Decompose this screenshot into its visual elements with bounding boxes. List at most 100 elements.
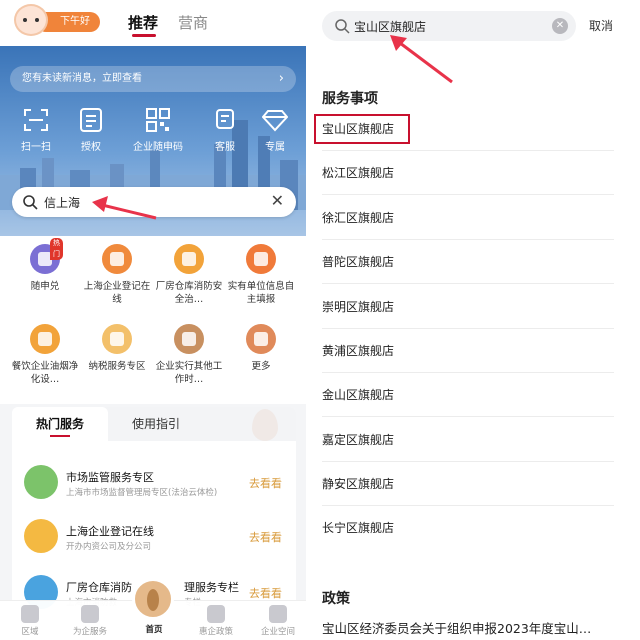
go-see-link[interactable]: 去看看 — [249, 475, 282, 491]
nav-label: 惠企政策 — [198, 627, 233, 637]
unread-message-bar[interactable]: 您有未读新消息，立即查看 › — [10, 66, 296, 92]
result-item[interactable]: 静安区旗舰店 — [322, 462, 614, 506]
results-search-bar[interactable]: 宝山区旗舰店 ✕ — [322, 11, 576, 41]
service-item[interactable]: 热门 随申兑 — [10, 238, 80, 293]
user-icon — [269, 605, 287, 623]
home-mascot-icon[interactable] — [132, 578, 174, 620]
authorize-icon — [80, 108, 102, 132]
nav-label: 企业空间 — [260, 627, 295, 637]
hot-service-subtitle: 上海市市场监督管理局专区(法治云体检) — [66, 488, 218, 498]
service-item[interactable]: 厂房仓库消防安全治… — [154, 244, 224, 306]
section-title-services: 服务事项 — [322, 91, 378, 107]
scales-icon — [24, 465, 58, 499]
hot-badge: 热门 — [50, 238, 63, 260]
nav-home[interactable]: 首页 — [126, 623, 182, 635]
screenshot-root: 下午好 推荐 营商 您有未读新消息，立即查看 › 扫一扫 授权 企业随申码 客服… — [0, 0, 640, 640]
result-item[interactable]: 黄浦区旗舰店 — [322, 329, 614, 373]
result-item[interactable]: 长宁区旗舰店 — [322, 506, 614, 550]
customer-service-icon — [216, 109, 234, 129]
result-item[interactable]: 崇明区旗舰店 — [322, 285, 614, 329]
service-label: 纳税服务专区 — [88, 361, 146, 372]
quick-scan[interactable]: 扫一扫 — [11, 108, 61, 153]
hot-service-title: 市场监管服务专区 — [66, 471, 154, 484]
nav-region[interactable]: 区域 — [2, 605, 58, 637]
tab-business[interactable]: 营商 — [178, 12, 208, 33]
home-screen: 下午好 推荐 营商 您有未读新消息，立即查看 › 扫一扫 授权 企业随申码 客服… — [0, 0, 308, 640]
service-label: 企业实行其他工作时… — [155, 361, 223, 385]
go-see-link[interactable]: 去看看 — [249, 529, 282, 545]
tab-usage-guide[interactable]: 使用指引 — [132, 407, 180, 441]
nav-enterprise-service[interactable]: 为企服务 — [62, 605, 118, 637]
nav-label: 区域 — [21, 627, 39, 637]
close-icon[interactable]: ✕ — [271, 191, 284, 210]
diamond-icon — [262, 110, 288, 132]
active-tab-indicator — [132, 34, 156, 37]
nav-label: 首页 — [145, 625, 163, 635]
hot-service-row[interactable]: 市场监管服务专区 上海市市场监督管理局专区(法治云体检) 去看看 — [12, 457, 296, 507]
service-label: 随申兑 — [30, 281, 60, 292]
policy-item[interactable]: 宝山区经济委员会关于组织申报2023年度宝山… — [322, 618, 622, 637]
highlight-box — [314, 114, 410, 144]
flame-icon — [252, 409, 278, 441]
results-search-input[interactable]: 宝山区旗舰店 — [354, 18, 426, 35]
mascot-greeting[interactable]: 下午好 — [8, 4, 100, 36]
service-icon — [174, 324, 204, 354]
search-icon — [335, 19, 350, 34]
service-item[interactable]: 纳税服务专区 — [82, 324, 152, 373]
result-item[interactable]: 徐汇区旗舰店 — [322, 196, 614, 240]
quick-authorize[interactable]: 授权 — [66, 108, 116, 153]
result-item[interactable]: 嘉定区旗舰店 — [322, 418, 614, 462]
top-header: 下午好 推荐 营商 — [0, 0, 308, 46]
search-results-screen: 宝山区旗舰店 ✕ 取消 服务事项 宝山区旗舰店 松江区旗舰店 徐汇区旗舰店 普陀… — [308, 0, 640, 640]
policy-icon — [207, 605, 225, 623]
building-icon — [24, 519, 58, 553]
service-item-more[interactable]: 更多 — [226, 324, 296, 373]
service-icon — [30, 324, 60, 354]
hot-service-row[interactable]: 上海企业登记在线 开办内资公司及分公司 去看看 — [12, 511, 296, 561]
hot-service-title: 厂房仓库消防 — [66, 581, 132, 594]
hot-services-tabbar: 热门服务 使用指引 — [12, 407, 296, 441]
map-icon — [21, 605, 39, 623]
quick-enterprise-code[interactable]: 企业随申码 — [128, 108, 188, 153]
mascot-avatar-icon — [14, 4, 48, 36]
nav-label: 为企服务 — [72, 627, 107, 637]
unread-message-text: 您有未读新消息，立即查看 — [22, 73, 142, 84]
service-item[interactable]: 企业实行其他工作时… — [154, 324, 224, 386]
service-item[interactable]: 上海企业登记在线 — [82, 244, 152, 306]
result-item[interactable]: 松江区旗舰店 — [322, 151, 614, 195]
quick-label: 扫一扫 — [21, 142, 51, 153]
quick-label: 客服 — [215, 142, 235, 153]
service-label: 厂房仓库消防安全治… — [155, 281, 223, 305]
service-icon — [174, 244, 204, 274]
nav-policy[interactable]: 惠企政策 — [188, 605, 244, 637]
more-grid-icon — [246, 324, 276, 354]
home-search-input[interactable]: 信上海 — [44, 194, 80, 211]
quick-label: 企业随申码 — [133, 142, 183, 153]
cancel-button[interactable]: 取消 — [589, 17, 613, 34]
quick-exclusive[interactable]: 专属 — [250, 108, 300, 153]
service-item[interactable]: 餐饮企业油烟净化设… — [10, 324, 80, 386]
section-title-policy: 政策 — [322, 591, 350, 607]
home-search-bar[interactable]: 信上海 ✕ — [12, 187, 296, 217]
quick-customer-service[interactable]: 客服 — [200, 108, 250, 153]
clear-icon[interactable]: ✕ — [552, 18, 568, 34]
go-see-link[interactable]: 去看看 — [249, 585, 282, 601]
service-icon — [102, 244, 132, 274]
chevron-right-icon: › — [278, 71, 284, 86]
qrcode-icon — [146, 108, 170, 132]
quick-label: 专属 — [265, 142, 285, 153]
hot-service-title: 上海企业登记在线 — [66, 525, 154, 538]
result-item[interactable]: 普陀区旗舰店 — [322, 240, 614, 284]
service-item[interactable]: 实有单位信息自主填报 — [226, 244, 296, 306]
active-tab-indicator — [50, 435, 70, 437]
person-icon — [81, 605, 99, 623]
service-icon — [102, 324, 132, 354]
service-label: 更多 — [251, 361, 271, 372]
service-label: 餐饮企业油烟净化设… — [11, 361, 79, 385]
service-label: 实有单位信息自主填报 — [227, 281, 295, 305]
service-grid: 热门 随申兑 上海企业登记在线 厂房仓库消防安全治… 实有单位信息自主填报 餐饮… — [0, 236, 308, 404]
result-item[interactable]: 金山区旗舰店 — [322, 373, 614, 417]
tab-recommend[interactable]: 推荐 — [128, 12, 158, 33]
hot-service-subtitle: 开办内资公司及分公司 — [66, 542, 152, 552]
nav-enterprise-space[interactable]: 企业空间 — [250, 605, 306, 637]
